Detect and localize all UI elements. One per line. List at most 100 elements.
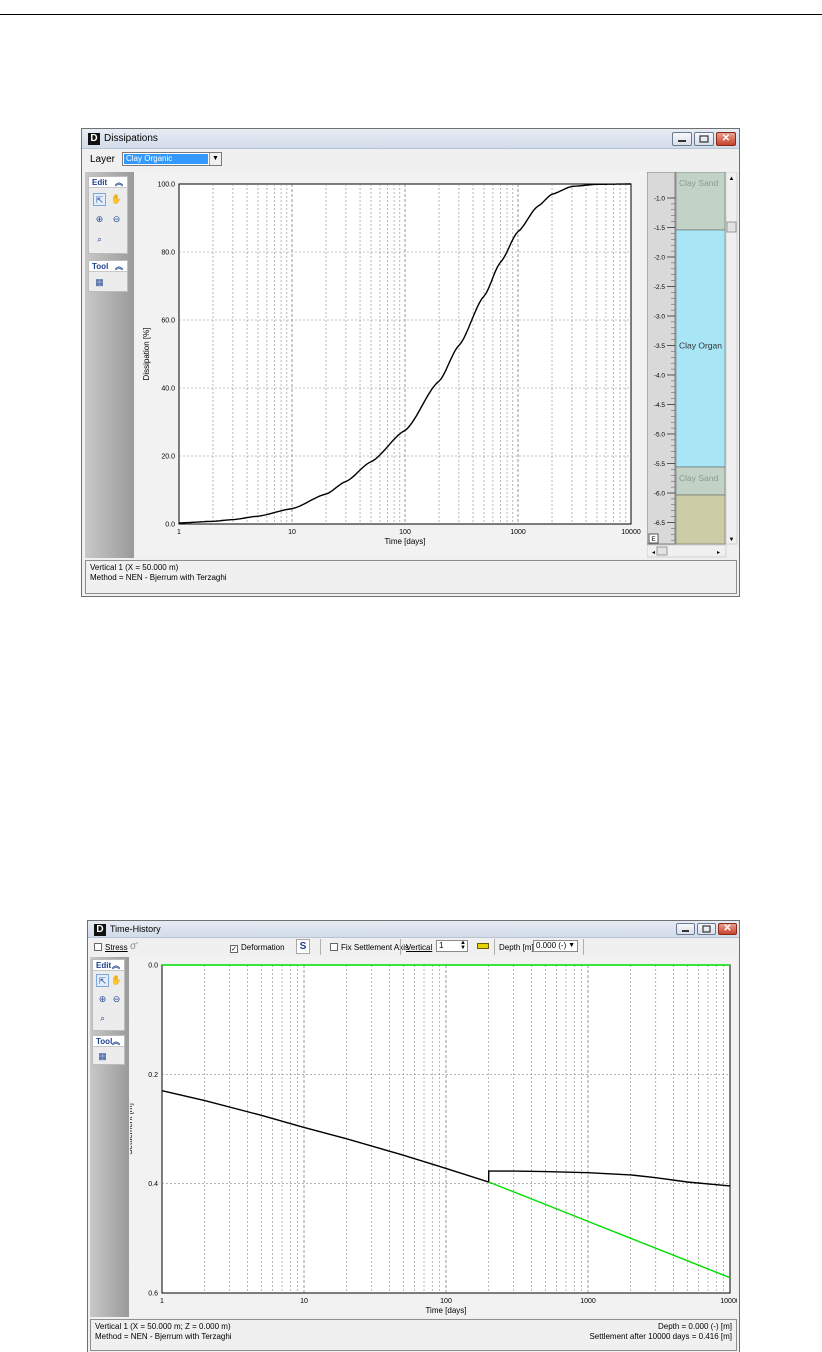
title-bar[interactable]: D Time-History ✕ [88,921,739,938]
depth-tick-label: -5.5 [654,461,666,468]
x-tick-label: 100 [440,1298,452,1305]
x-tick-label: 10 [300,1298,308,1305]
status-depth: Depth = 0.000 (-) [m] [657,1322,732,1331]
minimize-icon [678,140,686,142]
maximize-button[interactable] [694,132,714,146]
depth-tick-label: -2.0 [654,255,666,262]
settlement-chart: 0.0 0.2 0.4 0.61 10 100 1000 10000 Time [days] Se… [125,963,740,1316]
layer-select-value: Clay Organic [124,154,208,164]
x-axis-label: Time [days] [425,1306,466,1315]
soil-layer-label: Clay Sand [679,473,718,483]
y-axis-label: Settlement [m] [130,1103,134,1155]
collapse-icon: ︽ [112,961,120,970]
export-image-icon[interactable]: ▦ [96,1050,109,1063]
y-tick-label: 0.2 [148,1072,158,1079]
status-settlement-final: Settlement after 10000 days = 0.416 [m] [589,1332,732,1341]
maximize-button[interactable] [697,923,716,935]
status-vertical: Vertical 1 (X = 50.000 m; Z = 0.000 m) [95,1322,231,1331]
window-title: Time-History [110,924,161,934]
vertical-label: Vertical [406,943,433,952]
tool-panel-header[interactable]: Tool ︽ [93,1036,124,1047]
zoom-in-icon[interactable]: ⊕ [96,993,109,1006]
x-axis-label: Time [days] [384,537,425,546]
edit-panel: Edit ︽ ⇱ ✋ ⊕ ⊖ ⌕ [92,959,125,1031]
chevron-down-icon: ▼ [568,942,575,949]
close-icon: ✕ [721,133,731,144]
edit-panel: Edit ︽ ⇱ ✋ ⊕ ⊖ ⌕ [88,176,128,254]
pan-hand-icon[interactable]: ✋ [110,193,123,206]
page-header-rule [0,14,822,15]
minimize-icon [682,930,689,932]
s-button[interactable]: S [296,939,310,954]
x-tick-label: 100 [399,529,411,536]
y-tick-label: 40.0 [161,386,175,393]
zoom-rectangle-icon[interactable]: ⌕ [93,233,106,246]
minimize-button[interactable] [676,923,695,935]
tool-panel: Tool ︽ ▦ [92,1035,125,1065]
zoom-in-icon[interactable]: ⊕ [93,213,106,226]
y-tick-label: 80.0 [161,250,175,257]
pointer-icon[interactable]: ⇱ [96,974,109,987]
edit-panel-header[interactable]: Edit ︽ [89,177,127,188]
deformation-checkbox[interactable]: ✓ Deformation [230,942,285,953]
x-tick-label: 10 [288,529,296,536]
pan-hand-icon[interactable]: ✋ [110,974,123,987]
toolbar-separator [494,939,495,955]
depth-tick-label: -1.5 [654,225,666,232]
chevron-down-icon[interactable]: ▼ [209,153,221,165]
x-tick-label: 1 [177,529,181,536]
zoom-rectangle-icon[interactable]: ⌕ [96,1012,109,1025]
y-axis-label: Dissipation [%] [142,328,151,381]
close-button[interactable]: ✕ [718,923,737,935]
maximize-icon [702,925,711,933]
ruler-icon[interactable] [477,943,489,949]
checkbox-checked-icon: ✓ [230,945,238,953]
spinner-arrows-icon: ▲ ▼ [460,940,466,951]
checkbox-icon [330,943,338,951]
zoom-out-icon[interactable]: ⊖ [110,993,123,1006]
toolbar-separator [583,939,584,955]
sigma-icon: σ' [130,941,139,952]
toolbar-separator [320,939,321,955]
minimize-button[interactable] [672,132,692,146]
y-tick-label: 0.0 [165,522,175,529]
x-tick-label: 1000 [580,1298,596,1305]
export-image-icon[interactable]: ▦ [93,276,106,289]
depth-tick-label: -6.5 [654,520,666,527]
fix-settlement-axis-checkbox[interactable]: Fix Settlement Axis [330,942,409,953]
scroll-down-icon: ▼ [729,537,735,543]
x-tick-label: 10000 [720,1298,737,1305]
title-bar[interactable]: D Dissipations ✕ [82,129,739,149]
tool-panel-header[interactable]: Tool ︽ [89,261,127,272]
vertical-spinner[interactable]: 1 ▲ ▼ [436,940,468,952]
y-tick-label: 60.0 [161,318,175,325]
depth-tick-label: -5.0 [654,432,666,439]
status-method: Method = NEN - Bjerrum with Terzaghi [90,573,227,582]
close-button[interactable]: ✕ [716,132,736,146]
edit-panel-header[interactable]: Edit ︽ [93,960,124,971]
status-bar: Vertical 1 (X = 50.000 m; Z = 0.000 m) M… [90,1319,737,1351]
scrollbar-thumb [726,221,737,233]
y-tick-label: 20.0 [161,454,175,461]
status-bar: Vertical 1 (X = 50.000 m) Method = NEN -… [85,560,737,594]
tool-palette: Edit ︽ ⇱ ✋ ⊕ ⊖ ⌕ Tool ︽ ▦ [85,172,134,558]
dissipations-window: D Dissipations ✕ Layer Clay Organic ▼ Ed… [81,128,740,597]
depth-select[interactable]: 0.000 (-) ▼ [533,940,578,952]
layer-select[interactable]: Clay Organic ▼ [122,152,222,166]
pointer-icon[interactable]: ⇱ [93,193,106,206]
hscrollbar-thumb [656,546,668,556]
depth-tick-label: -4.0 [654,373,666,380]
zoom-out-icon[interactable]: ⊖ [110,213,123,226]
x-tick-label: 1 [160,1298,164,1305]
y-tick-label: 0.0 [148,963,158,970]
collapse-icon: ︽ [112,1037,120,1046]
maximize-icon [699,135,709,143]
scroll-left-icon: ◂ [652,550,655,556]
dissipation-chart: 0.0 20.0 40.0 60.0 80.0 100.0 1 10 100 1000 10000 T… [142,182,641,547]
tool-palette: Edit ︽ ⇱ ✋ ⊕ ⊖ ⌕ Tool ︽ ▦ [90,957,129,1317]
depth-label: Depth [m] [499,943,534,952]
stress-checkbox[interactable]: Stress [94,942,128,953]
x-tick-label: 10000 [621,529,641,536]
layer-label: Layer [90,154,116,165]
scroll-right-icon: ▸ [717,550,720,556]
